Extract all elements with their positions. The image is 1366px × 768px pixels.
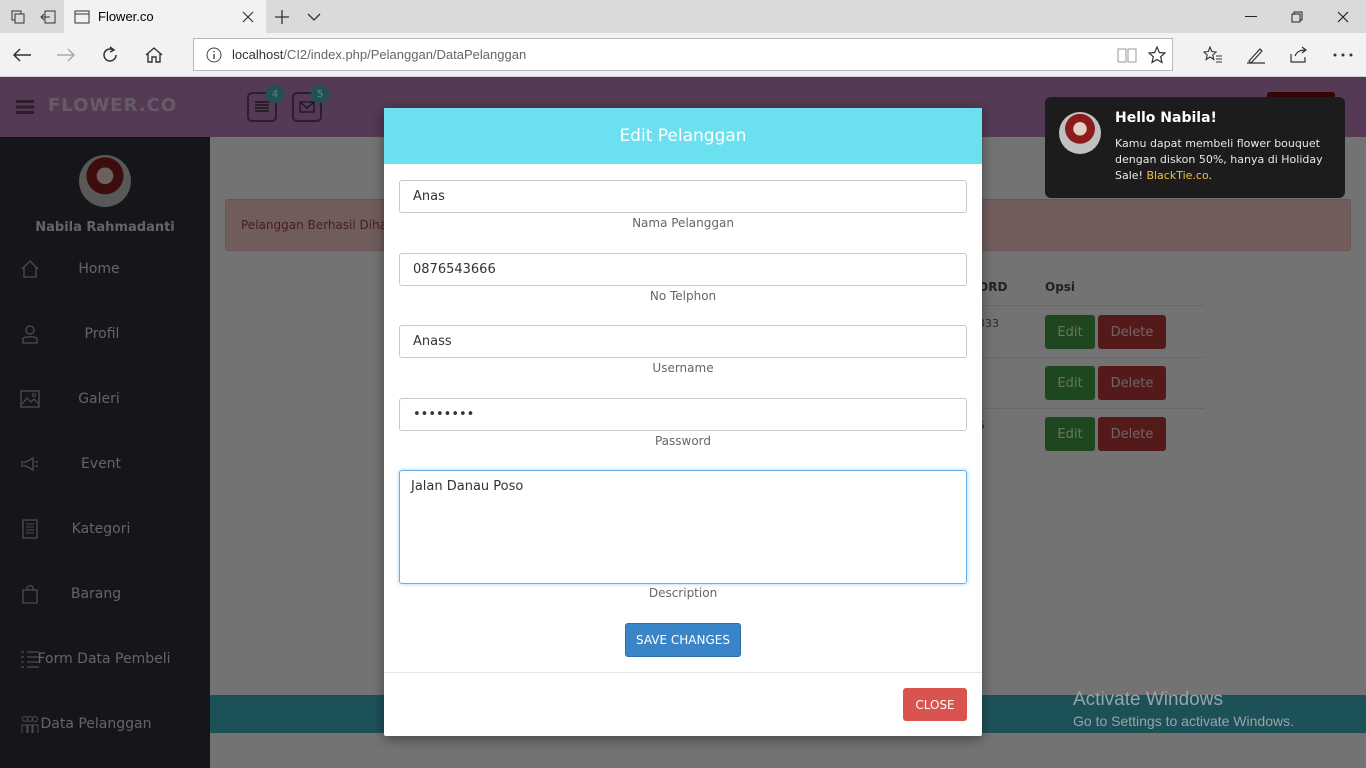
notification-link[interactable]: BlackTie.co (1146, 169, 1208, 182)
close-button[interactable]: CLOSE (903, 688, 967, 721)
tab-back-aside-icon[interactable] (32, 0, 64, 33)
notification-title: Hello Nabila! (1115, 110, 1217, 126)
notification-suffix: . (1208, 169, 1213, 182)
forward-icon[interactable] (50, 39, 82, 71)
username-label: Username (652, 361, 714, 375)
no-telphon-input[interactable]: 0876543666 (399, 253, 967, 286)
description-label: Description (648, 586, 718, 600)
browser-tab[interactable]: Flower.co (64, 0, 266, 33)
description-textarea[interactable]: Jalan Danau Poso (399, 470, 967, 584)
password-input[interactable]: •••••••• (399, 398, 967, 431)
username-input[interactable]: Anass (399, 325, 967, 358)
minimize-icon[interactable] (1228, 0, 1274, 33)
address-bar[interactable]: localhost/CI2/index.php/Pelanggan/DataPe… (193, 38, 1173, 71)
tab-close-icon[interactable] (236, 5, 260, 29)
more-options-icon[interactable] (1327, 39, 1359, 71)
activate-windows-watermark: Activate Windows Go to Settings to activ… (1073, 689, 1294, 729)
tab-title: Flower.co (98, 9, 154, 24)
back-icon[interactable] (6, 39, 38, 71)
browser-navbar: localhost/CI2/index.php/Pelanggan/DataPe… (0, 33, 1366, 77)
password-label: Password (654, 434, 712, 448)
modal-header: Edit Pelanggan (384, 108, 982, 164)
url-text: localhost/CI2/index.php/Pelanggan/DataPe… (232, 47, 1112, 62)
refresh-icon[interactable] (94, 39, 126, 71)
browser-tabbar: Flower.co (0, 0, 1366, 33)
tab-preview-icon[interactable] (2, 0, 34, 33)
share-icon[interactable] (1283, 39, 1315, 71)
url-host: localhost (232, 47, 284, 62)
favorite-star-icon[interactable] (1142, 40, 1172, 70)
no-telphon-label: No Telphon (649, 289, 717, 303)
notification-toast[interactable]: Hello Nabila! Kamu dapat membeli flower … (1045, 97, 1345, 198)
reading-view-icon[interactable] (1112, 40, 1142, 70)
window-close-icon[interactable] (1320, 0, 1366, 33)
info-icon (206, 47, 222, 62)
notification-avatar (1059, 112, 1101, 154)
chevron-down-icon[interactable] (298, 0, 330, 33)
modal-title: Edit Pelanggan (619, 126, 747, 146)
edit-pelanggan-modal: Edit Pelanggan Anas Nama Pelanggan 08765… (384, 108, 982, 736)
url-path: /CI2/index.php/Pelanggan/DataPelanggan (283, 47, 527, 62)
app-viewport: FLOWER.CO 4 5 Logout Nabila Rahmadanti H… (0, 77, 1366, 768)
favorites-hub-icon[interactable] (1197, 39, 1229, 71)
notification-text: Kamu dapat membeli flower bouquet dengan… (1115, 136, 1337, 184)
save-changes-button[interactable]: SAVE CHANGES (625, 623, 741, 657)
pen-icon[interactable] (1240, 39, 1272, 71)
modal-divider (384, 672, 982, 673)
watermark-line2: Go to Settings to activate Windows. (1073, 713, 1294, 729)
nama-pelanggan-label: Nama Pelanggan (632, 216, 734, 230)
nama-pelanggan-input[interactable]: Anas (399, 180, 967, 213)
page-icon (74, 10, 90, 23)
home-icon[interactable] (138, 39, 170, 71)
watermark-line1: Activate Windows (1073, 689, 1223, 710)
restore-icon[interactable] (1274, 0, 1320, 33)
new-tab-icon[interactable] (266, 0, 298, 33)
